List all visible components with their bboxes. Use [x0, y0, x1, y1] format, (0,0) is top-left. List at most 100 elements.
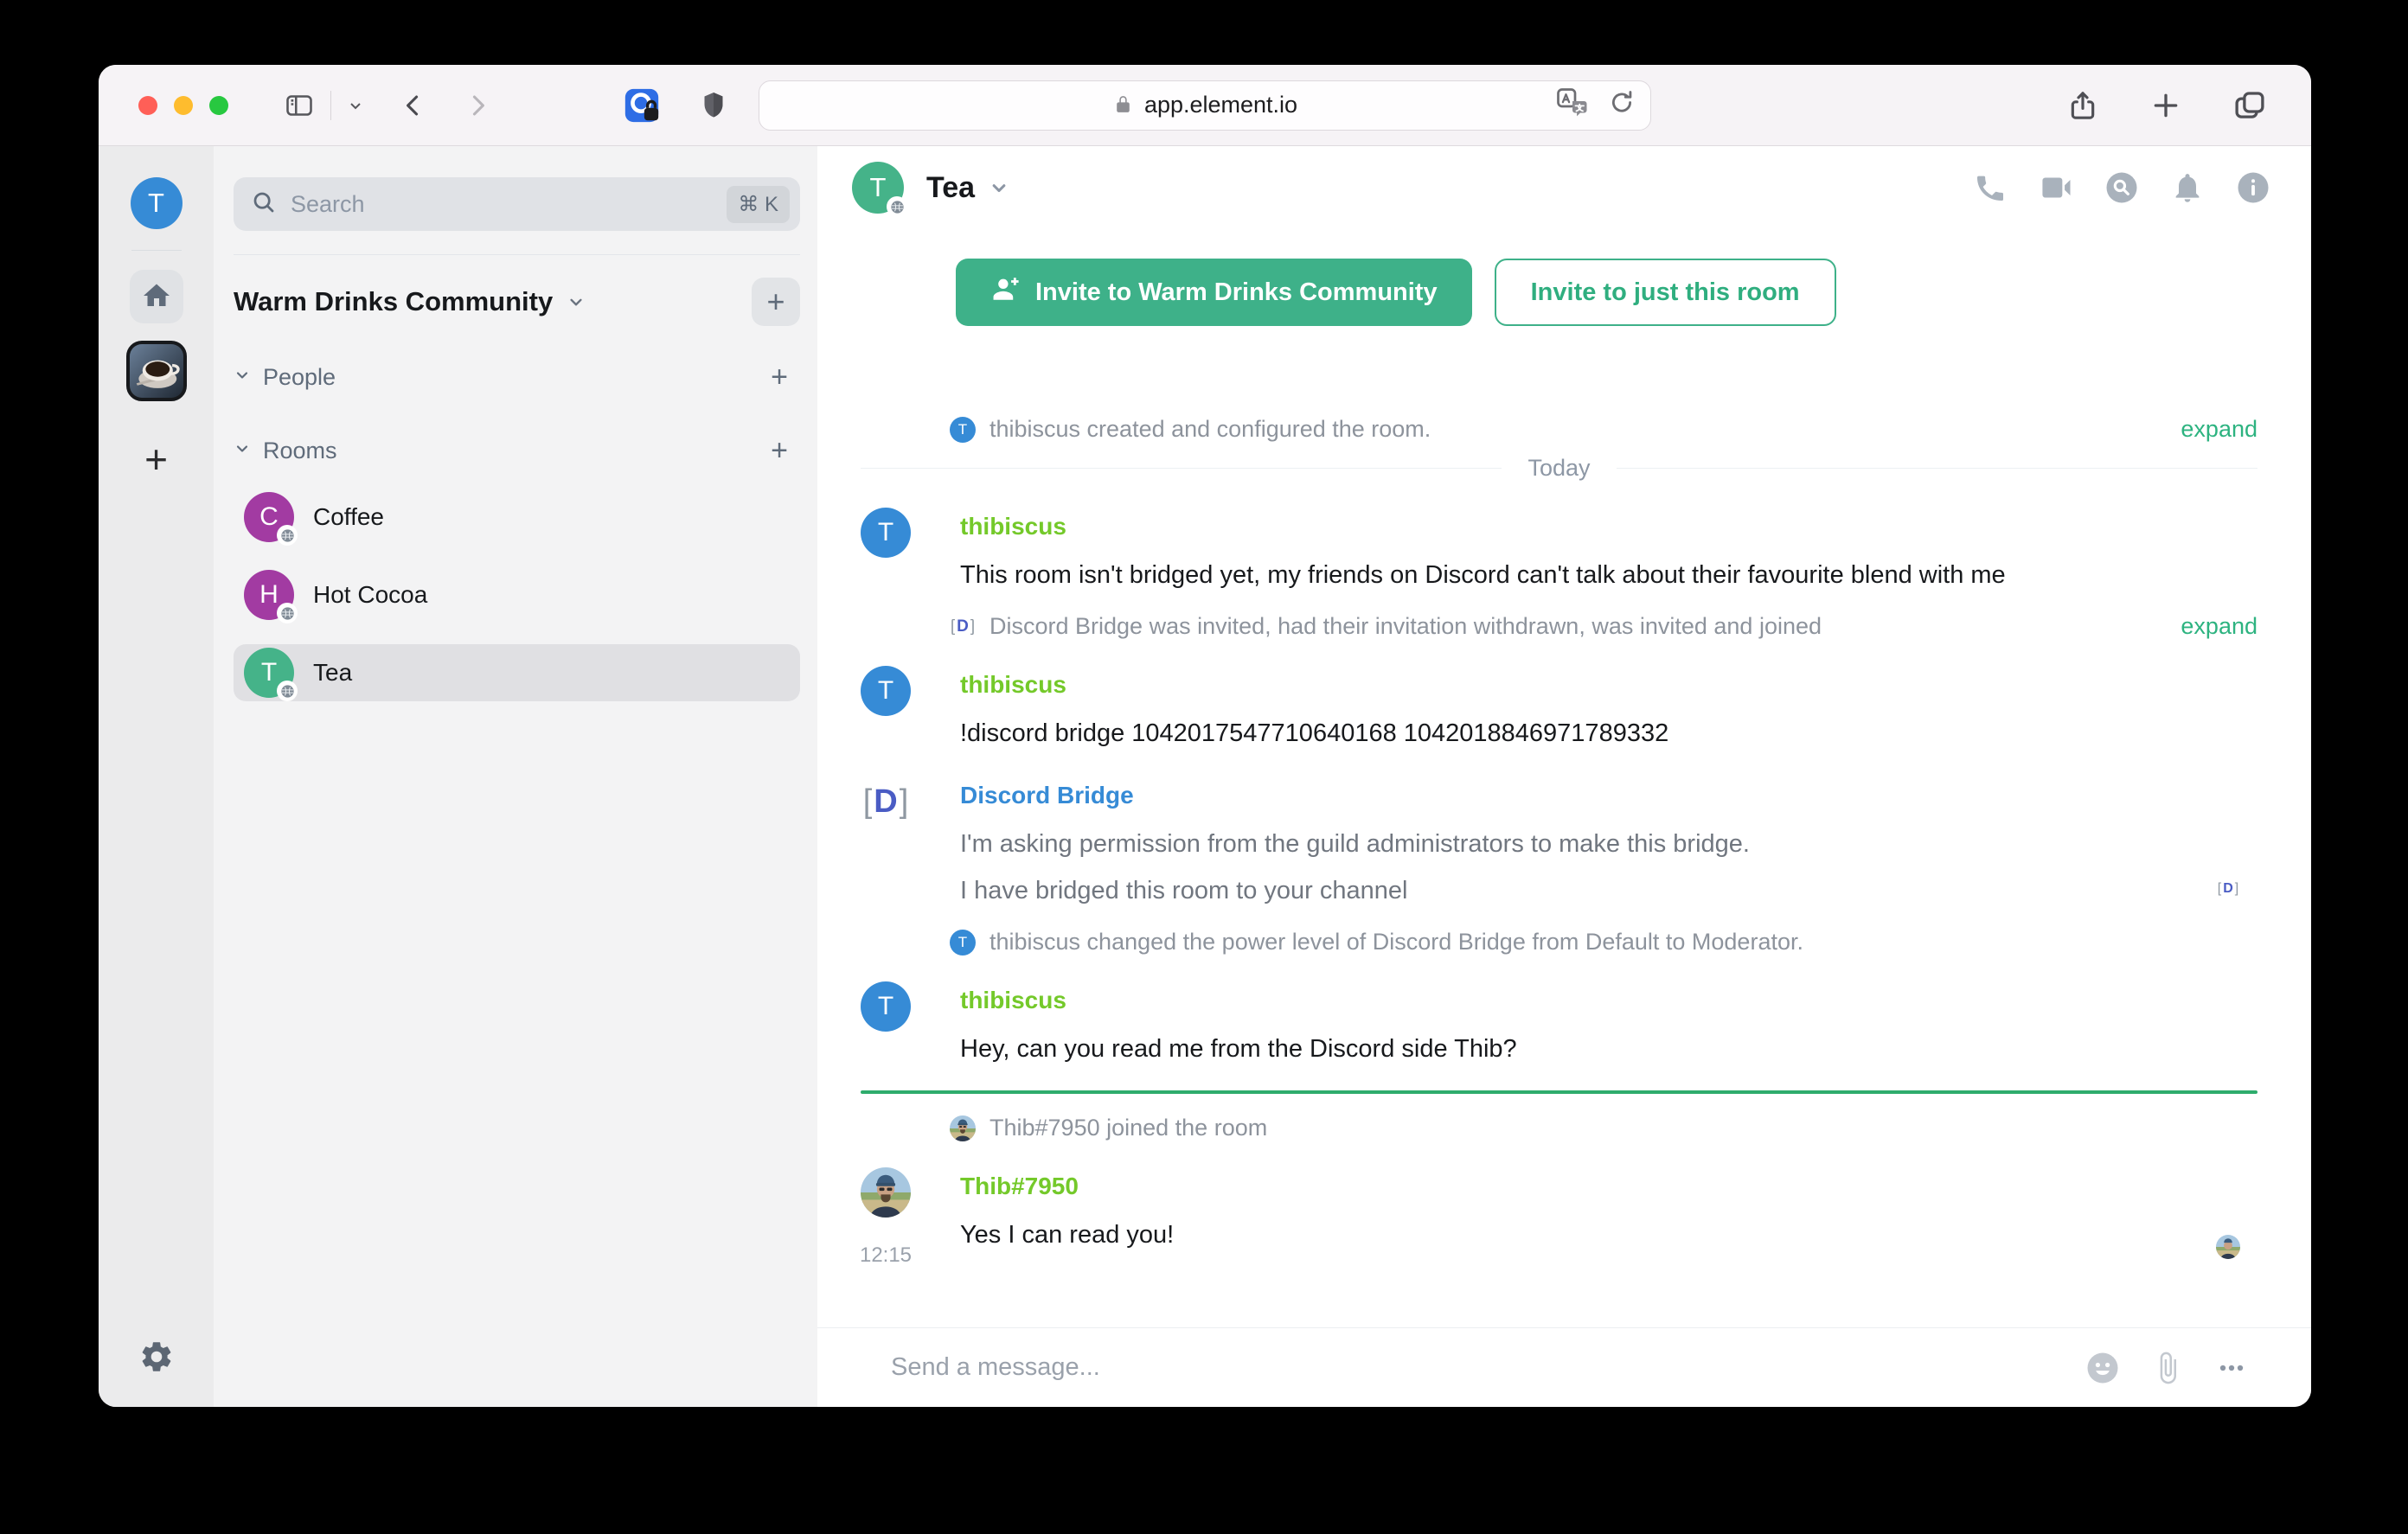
attachment-paperclip-icon[interactable]	[2150, 1351, 2185, 1385]
day-separator-label: Today	[1527, 455, 1591, 481]
room-item-coffee[interactable]: C Coffee	[234, 489, 800, 546]
message-bridge-command: T thibiscus !discord bridge 104201754771…	[817, 666, 2311, 751]
sender-avatar-photo[interactable]	[861, 1167, 911, 1218]
privacy-shield-extension-icon[interactable]	[698, 86, 729, 125]
home-button[interactable]	[129, 270, 183, 323]
room-search-icon[interactable]	[2102, 168, 2142, 208]
translate-icon[interactable]	[1555, 86, 1590, 124]
emoji-icon[interactable]	[2085, 1350, 2121, 1386]
event-avatar-discord-bridge[interactable]: [D]	[950, 614, 976, 640]
discord-bridge-avatar[interactable]: [D]	[861, 777, 911, 827]
sidebar-dropdown-chevron-icon[interactable]	[345, 95, 366, 116]
message-text: I have bridged this room to your channel	[960, 877, 1408, 904]
sender-avatar[interactable]: T	[861, 981, 911, 1032]
event-avatar[interactable]: T	[950, 416, 976, 443]
expand-link[interactable]: expand	[2181, 613, 2258, 640]
message-text: I'm asking permission from the guild adm…	[960, 830, 1750, 858]
sender-name[interactable]: thibiscus	[960, 987, 1066, 1014]
room-name: Tea	[313, 659, 353, 686]
read-receipt-discord-bridge[interactable]: [D]	[2216, 877, 2240, 901]
room-header: T Tea	[817, 146, 2311, 229]
user-joined-event: Thib#7950 joined the room	[950, 1115, 2258, 1141]
settings-gear-icon[interactable]	[138, 1339, 175, 1377]
invite-to-room-label: Invite to just this room	[1530, 278, 1800, 306]
zoom-window-button[interactable]	[209, 95, 228, 115]
room-menu-chevron-icon[interactable]	[987, 176, 1011, 200]
browser-toolbar: app.element.io	[99, 65, 2311, 146]
safari-window: app.element.io T + Search ⌘ K Warm Drink…	[99, 65, 2311, 1407]
message-hey: T thibiscus Hey, can you read me from th…	[817, 981, 2311, 1066]
unread-marker-line	[861, 1090, 2258, 1094]
url-text: app.element.io	[1143, 92, 1298, 118]
section-chevron-icon[interactable]	[234, 367, 251, 388]
composer-input[interactable]: Send a message...	[891, 1353, 2055, 1382]
coffee-photo	[129, 344, 183, 398]
video-call-icon[interactable]	[2036, 168, 2076, 208]
room-item-hot-cocoa[interactable]: H Hot Cocoa	[234, 566, 800, 623]
more-options-icon[interactable]	[2214, 1351, 2249, 1385]
invite-to-community-label: Invite to Warm Drinks Community	[1035, 278, 1438, 306]
tls-lock-icon	[1112, 94, 1134, 116]
message-text: Yes I can read you!	[960, 1221, 1175, 1249]
invite-buttons-row: Invite to Warm Drinks Community Invite t…	[956, 259, 2311, 326]
separator-line	[861, 468, 1502, 469]
space-menu-chevron-icon[interactable]	[565, 291, 587, 313]
chat-panel: T Tea Invite to Warm Drinks Community In…	[817, 146, 2311, 1407]
add-people-button[interactable]: +	[771, 361, 788, 394]
invite-to-community-button[interactable]: Invite to Warm Drinks Community	[956, 259, 1472, 326]
message-discord-bridge: [D] Discord Bridge I'm asking permission…	[817, 777, 2311, 908]
day-separator: Today	[861, 455, 2258, 482]
section-rooms[interactable]: Rooms +	[234, 434, 800, 468]
user-avatar[interactable]: T	[130, 177, 183, 229]
add-room-button[interactable]: +	[771, 434, 788, 468]
event-avatar-photo[interactable]	[950, 1115, 976, 1141]
add-to-space-button[interactable]: +	[752, 278, 800, 326]
room-avatar: T	[244, 648, 298, 701]
room-created-event: T thibiscus created and configured the r…	[950, 416, 2258, 443]
back-button-icon[interactable]	[399, 90, 428, 121]
onepassword-extension-icon[interactable]	[622, 86, 662, 125]
sender-name[interactable]: Thib#7950	[960, 1173, 1079, 1200]
forward-button-icon[interactable]	[463, 90, 492, 121]
tab-overview-icon[interactable]	[2232, 87, 2268, 124]
user-avatar-initial: T	[148, 188, 164, 218]
section-label[interactable]: Rooms	[263, 438, 337, 464]
minimize-window-button[interactable]	[174, 95, 193, 115]
room-avatar: C	[244, 492, 298, 546]
sender-name[interactable]: thibiscus	[960, 671, 1066, 699]
voice-call-icon[interactable]	[1970, 168, 2010, 208]
window-controls	[138, 95, 228, 115]
new-tab-icon[interactable]	[2149, 88, 2183, 123]
search-icon	[251, 189, 277, 220]
notifications-bell-icon[interactable]	[2168, 168, 2207, 208]
section-people[interactable]: People +	[234, 361, 800, 394]
invite-to-room-button[interactable]: Invite to just this room	[1494, 259, 1836, 326]
section-chevron-icon[interactable]	[234, 440, 251, 462]
room-list-panel: Search ⌘ K Warm Drinks Community + Peopl…	[214, 146, 817, 1407]
close-window-button[interactable]	[138, 95, 157, 115]
add-space-button[interactable]: +	[144, 439, 168, 479]
sender-name[interactable]: thibiscus	[960, 513, 1066, 540]
share-icon[interactable]	[2065, 86, 2100, 125]
space-avatar-warm-drinks-community[interactable]	[125, 341, 187, 401]
sender-avatar[interactable]: T	[861, 508, 911, 558]
bridge-invited-event: [D] Discord Bridge was invited, had thei…	[950, 613, 2258, 640]
expand-link[interactable]: expand	[2181, 416, 2258, 443]
room-header-avatar[interactable]: T	[852, 162, 907, 217]
search-input[interactable]: Search ⌘ K	[234, 177, 800, 231]
public-room-globe-icon	[277, 603, 298, 623]
sidebar-toggle-icon[interactable]	[282, 90, 317, 121]
sender-avatar[interactable]: T	[861, 666, 911, 716]
room-info-icon[interactable]	[2233, 168, 2273, 208]
toolbar-divider	[330, 90, 331, 120]
event-avatar[interactable]: T	[950, 929, 976, 956]
space-name[interactable]: Warm Drinks Community	[234, 286, 553, 317]
room-item-tea[interactable]: T Tea	[234, 644, 800, 701]
address-bar[interactable]: app.element.io	[759, 80, 1651, 131]
section-label[interactable]: People	[263, 364, 336, 391]
reload-icon[interactable]	[1607, 87, 1636, 123]
room-title[interactable]: Tea	[926, 171, 975, 205]
sender-name[interactable]: Discord Bridge	[960, 782, 1134, 809]
public-room-globe-icon	[887, 196, 907, 217]
read-receipt-thib[interactable]	[2216, 1235, 2240, 1259]
